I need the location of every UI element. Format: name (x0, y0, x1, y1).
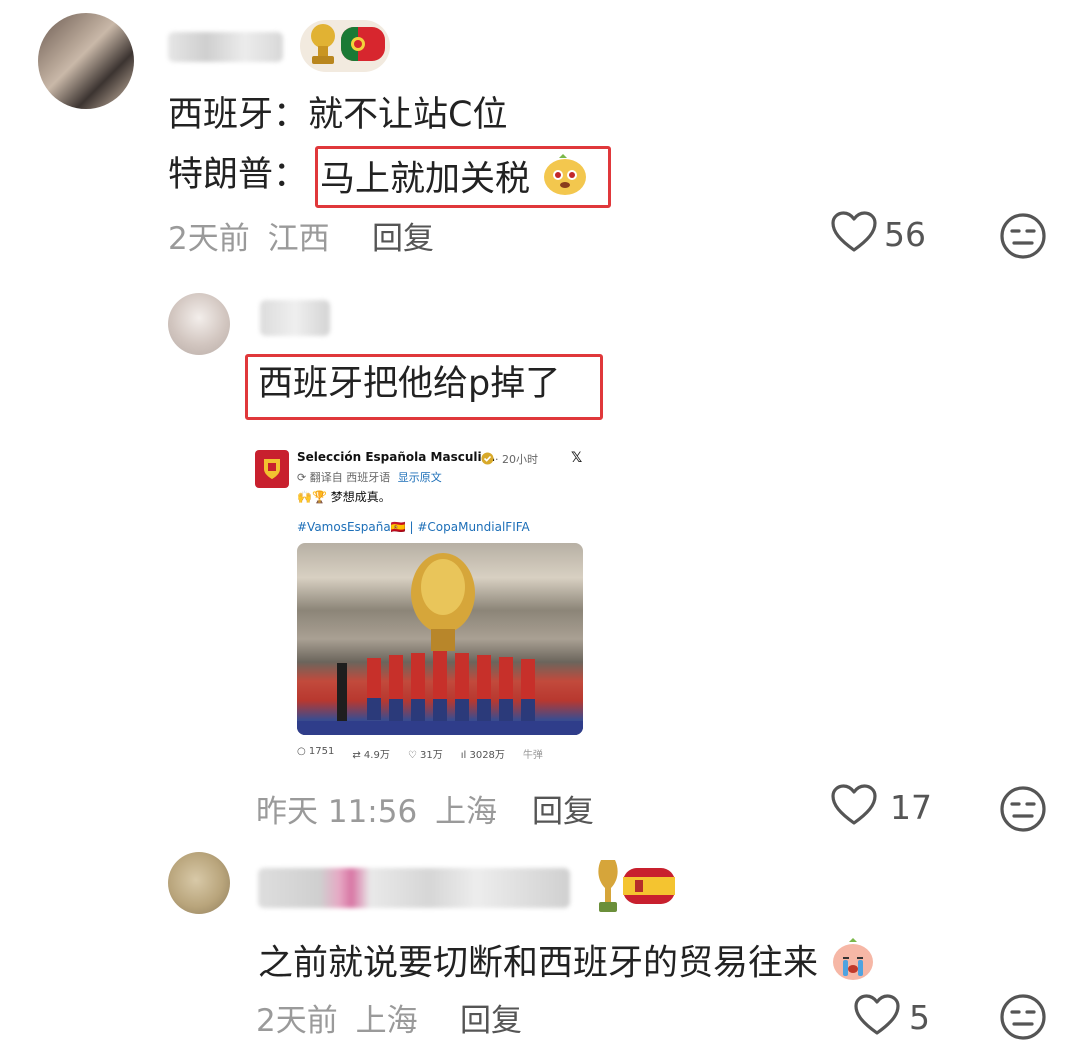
timestamp: 2天前 (256, 1003, 338, 1039)
translate-info: ⟳ 翻译自 西班牙语 显示原文 (297, 469, 442, 485)
location: 江西 (267, 221, 330, 257)
heart-icon (830, 783, 878, 831)
retweet-count: 4.9万 (363, 750, 390, 761)
username-blurred[interactable] (168, 32, 283, 62)
reply-button[interactable]: 回复 (372, 213, 434, 258)
verified-badge-icon (481, 450, 494, 469)
retweet-icon: ⇄ (352, 750, 364, 761)
reply-stat[interactable]: ○ 1751 (297, 746, 334, 761)
comment-line: 之前就说要切断和西班牙的贸易往来 (258, 936, 877, 993)
comment-meta: 2天前 江西 (168, 213, 330, 258)
trophy-icon (305, 22, 341, 70)
like-count: 56 (884, 214, 926, 254)
translate-icon: ⟳ (297, 471, 310, 484)
like-count: 17 (890, 787, 932, 827)
comment-line: 特朗普： (168, 153, 308, 197)
hands-trophy-emoji-icon: 🙌🏆 (297, 490, 331, 504)
retweet-stat[interactable]: ⇄ 4.9万 (352, 746, 389, 761)
watermark: 牛弹 (522, 750, 543, 761)
spain-flag-icon (623, 868, 675, 908)
like-stat[interactable]: ♡ 31万 (408, 746, 443, 761)
user-badge (593, 860, 675, 916)
dog-face-emoji-icon (541, 153, 589, 208)
like-count: 5 (909, 997, 930, 1037)
heart-small-icon: ♡ (407, 750, 420, 761)
translate-label: 翻译自 西班牙语 (309, 471, 391, 484)
comment-text: 之前就说要切断和西班牙的贸易往来 (258, 943, 819, 984)
x-logo-icon: 𝕏 (571, 450, 583, 466)
heart-icon (830, 210, 878, 258)
like-button[interactable]: 17 (830, 783, 932, 831)
speaker-label: 特朗普： (168, 155, 309, 195)
comment-text: 就不让站C位 (308, 95, 508, 135)
tweet-photo[interactable] (297, 543, 583, 735)
username-blurred[interactable] (260, 300, 330, 336)
trophy-icon (593, 858, 623, 918)
tweet-author: Selección Española Masculi... (297, 450, 496, 464)
portugal-flag-icon (341, 27, 385, 65)
timestamp: 昨天 11:56 (256, 794, 418, 830)
speaker-label: 西班牙： (168, 95, 309, 135)
like-button[interactable]: 56 (830, 210, 926, 258)
comment-text: 西班牙把他给p掉了 (258, 364, 561, 404)
tweet-stats: ○ 1751 ⇄ 4.9万 ♡ 31万 ıl 3028万 牛弹 (297, 746, 543, 761)
comment-meta: 2天前 上海 (256, 995, 418, 1040)
location: 上海 (435, 794, 498, 830)
meh-face-icon[interactable] (999, 212, 1047, 264)
comment-avatar[interactable] (168, 293, 230, 355)
timestamp: 2天前 (168, 221, 250, 257)
comment-meta: 昨天 11:56 上海 (256, 786, 497, 831)
user-badge (300, 20, 390, 72)
show-original-link[interactable]: 显示原文 (398, 471, 442, 484)
view-count: 3028万 (469, 750, 505, 761)
tweet-body: 🙌🏆 梦想成真。 (297, 488, 391, 505)
highlight-text: 马上就加关税 (320, 159, 531, 200)
team-logo-icon (255, 450, 289, 488)
reply-button[interactable]: 回复 (532, 786, 594, 831)
comment-bubble-icon: ○ (297, 746, 309, 757)
tweet-text: 梦想成真。 (330, 490, 391, 504)
heart-icon (853, 993, 901, 1041)
reply-count: 1751 (308, 746, 335, 757)
crying-peach-emoji-icon (829, 936, 877, 993)
views-stat: ıl 3028万 (461, 746, 505, 761)
reply-button[interactable]: 回复 (460, 995, 522, 1040)
comment-highlight-text: 马上就加关税 (320, 153, 589, 208)
tweet-time: · 20小时 (495, 453, 538, 466)
tweet-hashtags[interactable]: #VamosEspaña🇪🇸 | #CopaMundialFIFA (297, 520, 530, 534)
username-blurred[interactable] (258, 868, 570, 908)
location: 上海 (355, 1003, 418, 1039)
like-button[interactable]: 5 (853, 993, 930, 1041)
comment-line: 西班牙：就不让站C位 (168, 93, 507, 137)
tweet-like-count: 31万 (419, 750, 443, 761)
meh-face-icon[interactable] (999, 993, 1047, 1045)
comment-avatar[interactable] (38, 13, 134, 109)
comment-avatar[interactable] (168, 852, 230, 914)
embedded-tweet-image[interactable]: Selección Española Masculi... · 20小时 𝕏 ⟳… (245, 438, 593, 768)
meh-face-icon[interactable] (999, 785, 1047, 837)
